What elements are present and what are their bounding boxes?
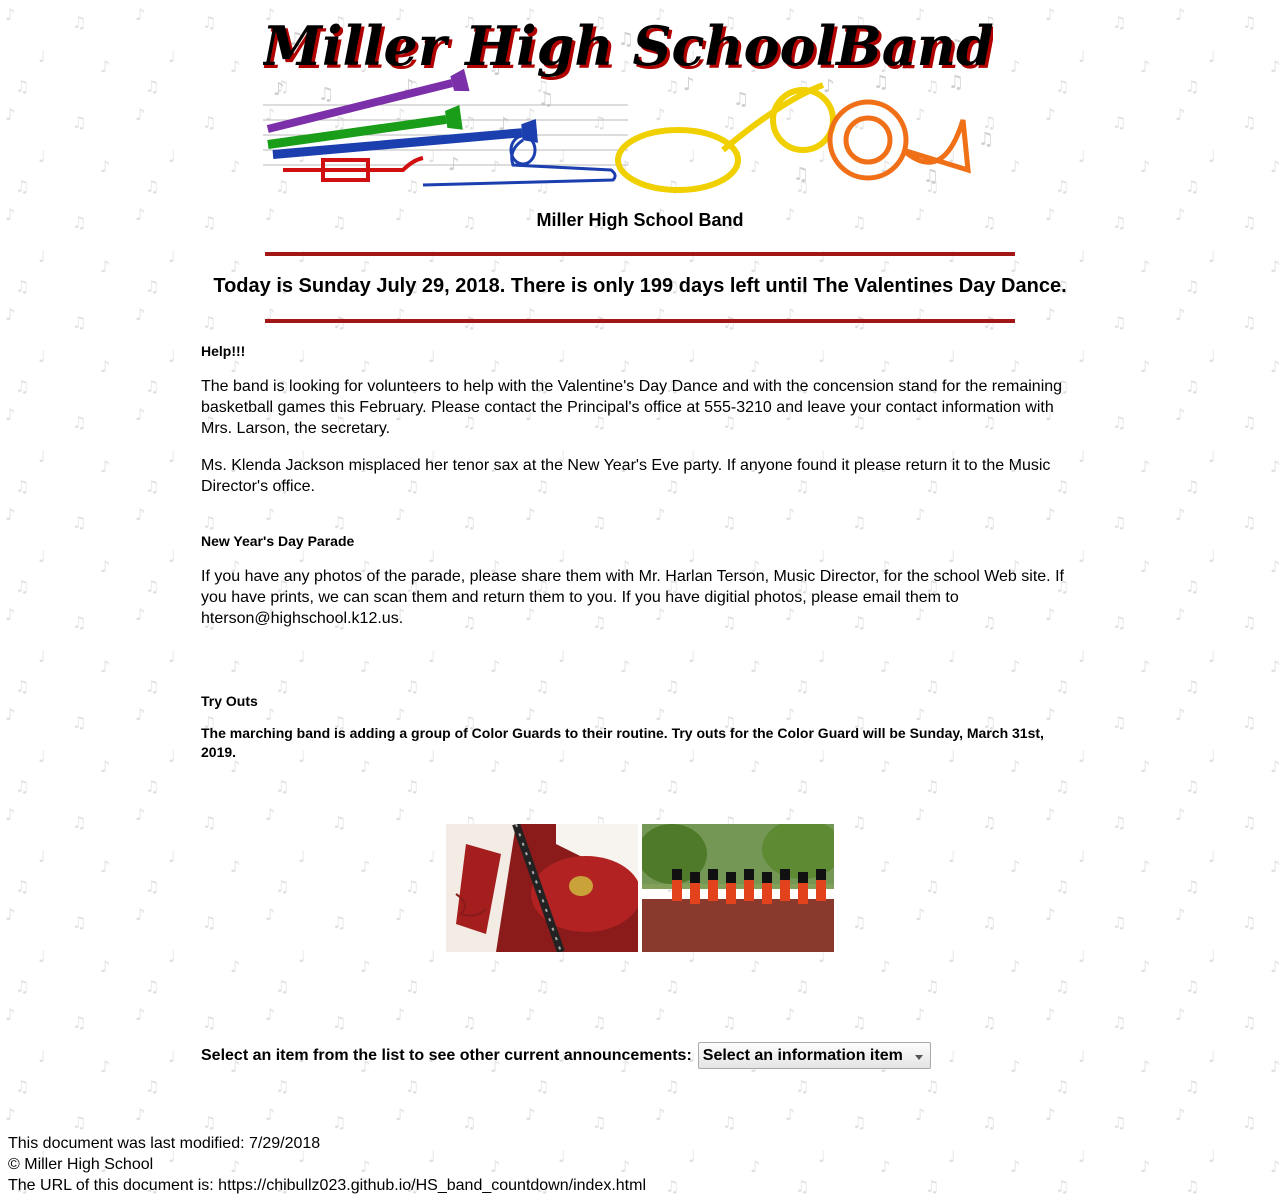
help-paragraph-1: The band is looking for volunteers to he… [201,378,1063,437]
announcement-select-label: Select an item from the list to see othe… [201,1046,692,1064]
svg-text:♫: ♫ [793,164,809,185]
svg-text:♫: ♫ [318,84,334,105]
svg-text:♫: ♫ [538,89,554,110]
svg-text:♫: ♫ [923,166,939,187]
svg-text:♫: ♫ [978,129,993,150]
logo-title: Miller High SchoolBand [263,14,993,78]
announcement-select[interactable]: Select an information item [697,1042,931,1069]
parade-paragraph: If you have any photos of the parade, pl… [201,568,1064,627]
dropdown-arrow-icon [914,1055,923,1060]
svg-text:♪: ♪ [273,79,285,100]
band-uniform-photo [446,824,638,952]
marching-parade-photo [642,824,834,952]
svg-text:♫: ♫ [733,89,749,110]
announcement-select-value: Select an information item [702,1047,903,1064]
help-heading: Help!!! [201,343,246,359]
copyright: © Miller High School [8,1156,154,1173]
help-paragraph-2: Ms. Klenda Jackson misplaced her tenor s… [201,457,1051,495]
page-subtitle: Miller High School Band [536,210,744,230]
tryouts-paragraph: The marching band is adding a group of C… [201,725,1044,760]
band-banner-logo: ♫ ♫ ♫ ♪ ♫ ♪ ♪♫♪ ♫♪ ♫ ♫♫♫ ♫♪♪ Miller High Scho… [263,14,993,193]
divider-top [265,252,1015,256]
tryouts-heading: Try Outs [201,693,258,709]
parade-heading: New Year's Day Parade [201,533,355,549]
announcement-select-row: Select an item from the list to see othe… [201,1041,931,1070]
page-footer: This document was last modified: 7/29/20… [8,1133,646,1196]
countdown-banner: Today is Sunday July 29, 2018. There is … [213,275,1067,297]
last-modified: This document was last modified: 7/29/20… [8,1135,321,1152]
divider-bottom [265,319,1015,323]
document-url: The URL of this document is: https://chi… [8,1177,646,1194]
